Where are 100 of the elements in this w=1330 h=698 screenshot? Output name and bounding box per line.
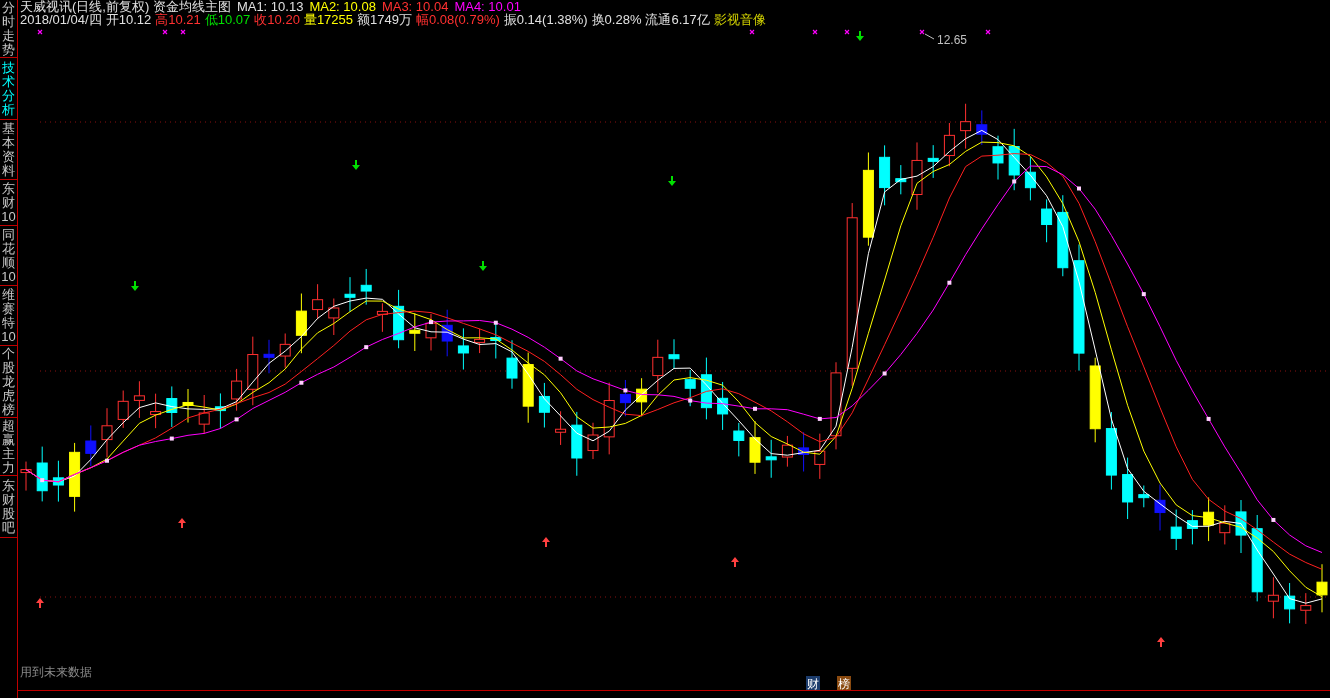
candlestick — [1041, 198, 1053, 243]
sidebar-tab[interactable]: 个股龙虎榜 — [0, 346, 17, 418]
candlestick — [52, 460, 64, 503]
moving-average-value: MA1: 10.13 — [236, 0, 304, 13]
up-arrow-icon — [542, 537, 550, 547]
sidebar-tab[interactable]: 东财股吧 — [0, 476, 17, 538]
candlestick — [879, 144, 891, 206]
future-data-notice: 用到未来数据 — [20, 665, 92, 679]
candlestick — [765, 439, 777, 479]
candlestick — [749, 420, 761, 475]
candlestick — [198, 394, 210, 435]
badge[interactable]: 榜 — [837, 676, 851, 690]
cross-mark-icon — [812, 29, 818, 35]
up-arrow-icon — [731, 557, 739, 567]
candlestick — [263, 339, 275, 374]
sidebar-tab[interactable]: 技术分析 — [0, 58, 17, 120]
candlestick — [717, 381, 729, 431]
quote-value: 开10.12 — [105, 13, 152, 26]
candlestick — [344, 276, 356, 313]
badge[interactable]: 财 — [806, 676, 820, 690]
candlestick — [150, 393, 162, 429]
candlestick — [927, 144, 939, 179]
up-arrow-icon — [1157, 637, 1165, 647]
sidebar-tab[interactable]: 维赛特10 — [0, 286, 17, 346]
candlestick — [376, 302, 388, 333]
moving-average-value: MA2: 10.08 — [309, 0, 376, 13]
candlestick — [1316, 563, 1328, 613]
down-arrow-icon — [131, 281, 139, 291]
moving-average-value: MA4: 10.01 — [454, 0, 521, 13]
candlestick — [992, 135, 1004, 180]
quote-value: 流通6.17亿 — [645, 13, 710, 26]
candlestick — [133, 380, 145, 419]
candlestick — [393, 289, 405, 349]
sidebar-tab[interactable]: 分时走势 — [0, 0, 17, 58]
candlestick — [1170, 509, 1182, 551]
candlestick — [587, 422, 599, 460]
quote-value: 2018/01/04/四 — [20, 13, 102, 26]
up-arrow-icon — [36, 598, 44, 608]
candlestick — [895, 164, 907, 195]
down-arrow-icon — [352, 160, 360, 170]
candlestick — [328, 298, 340, 336]
candlestick — [1284, 582, 1296, 624]
candlestick — [798, 431, 810, 472]
chart-title: 天威视讯(日线,前复权) 资金均线主图 — [20, 0, 231, 13]
sidebar-tab[interactable]: 超赢主力 — [0, 418, 17, 476]
cross-mark-icon — [919, 29, 925, 35]
candlestick — [684, 369, 696, 407]
quote-value: 低10.07 — [204, 13, 251, 26]
sidebar-tab[interactable]: 同花顺10 — [0, 226, 17, 286]
cross-mark-icon — [162, 29, 168, 35]
candlestick — [911, 141, 923, 211]
candlestick — [1122, 457, 1134, 520]
candlestick — [295, 293, 307, 354]
cross-mark-icon — [180, 29, 186, 35]
quote-value: 振0.14(1.38%) — [503, 13, 588, 26]
candlestick — [1138, 485, 1150, 508]
candlestick — [700, 357, 712, 420]
candlestick — [214, 392, 226, 430]
cross-mark-icon — [844, 29, 850, 35]
candlestick — [1186, 509, 1198, 545]
candlestick — [182, 388, 194, 424]
candlestick — [1235, 499, 1247, 554]
quote-value: 量17255 — [303, 13, 354, 26]
candlestick — [474, 328, 486, 354]
moving-average-value: MA3: 10.04 — [381, 0, 449, 13]
candlestick — [976, 109, 988, 146]
sidebar-tab[interactable]: 基本资料 — [0, 120, 17, 180]
quote-value: 高10.21 — [155, 13, 201, 26]
candlestick — [652, 339, 664, 394]
candlestick — [960, 103, 972, 150]
cross-mark-icon — [985, 29, 991, 35]
candlestick — [943, 122, 955, 167]
leader-line — [924, 33, 935, 40]
candlestick — [1154, 484, 1166, 531]
cross-mark-icon — [749, 29, 755, 35]
candlestick — [117, 390, 129, 429]
candlestick — [1300, 592, 1312, 625]
quote-value: 收10.20 — [254, 13, 300, 26]
cross-mark-icon — [37, 29, 43, 35]
sidebar-tab[interactable]: 东财10 — [0, 180, 17, 226]
candlestick — [619, 379, 631, 417]
candlestick — [636, 377, 648, 417]
candlestick — [733, 422, 745, 457]
candlestick — [279, 332, 291, 369]
candlestick — [247, 336, 259, 406]
quote-value: 换0.28% — [591, 13, 642, 26]
candlestick — [1024, 156, 1036, 201]
up-arrow-icon — [178, 518, 186, 528]
candlestick — [166, 385, 178, 428]
down-arrow-icon — [668, 176, 676, 186]
candlestick — [69, 442, 81, 513]
candlestick — [522, 352, 534, 424]
candlestick — [555, 410, 567, 446]
candlestick — [1267, 576, 1279, 619]
candlestick — [425, 313, 437, 351]
candlestick — [409, 312, 421, 352]
quote-value: 额1749万 — [357, 13, 412, 26]
candlestick — [668, 338, 680, 369]
candlestick — [101, 407, 113, 458]
candlestick — [457, 327, 469, 371]
